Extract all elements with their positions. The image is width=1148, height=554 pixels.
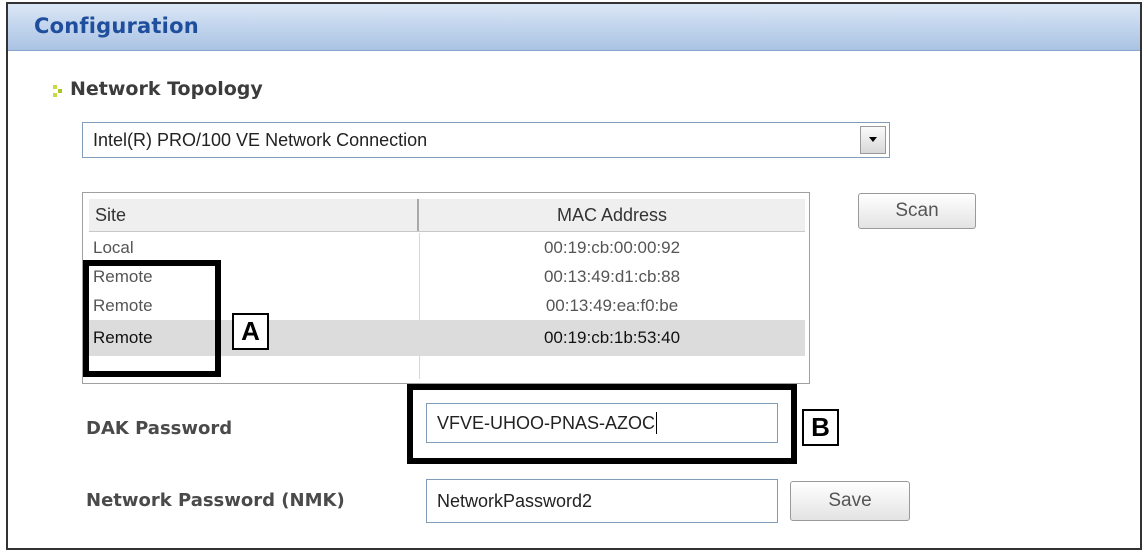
window-title: Configuration	[34, 14, 199, 38]
table-header: Site MAC Address	[89, 199, 805, 232]
network-adapter-value: Intel(R) PRO/100 VE Network Connection	[93, 130, 428, 150]
column-header-site[interactable]: Site	[89, 199, 419, 231]
mac-address-cell: 00:19:cb:1b:53:40	[543, 328, 681, 347]
network-adapter-select[interactable]: Intel(R) PRO/100 VE Network Connection	[82, 122, 890, 158]
column-header-mac-address[interactable]: MAC Address	[419, 199, 805, 231]
table-row[interactable]: Local 00:19:cb:00:00:92	[89, 233, 805, 262]
dak-password-label: DAK Password	[86, 418, 233, 439]
bullet-arrow-icon	[53, 85, 62, 97]
annotation-b-highlight	[407, 384, 797, 464]
title-bar: Configuration	[8, 4, 1140, 51]
section-heading-network-topology: Network Topology	[70, 78, 263, 100]
site-cell: Local	[93, 238, 134, 257]
annotation-b-label: B	[802, 409, 839, 446]
annotation-a-label: A	[232, 313, 269, 350]
mac-address-cell: 00:13:49:ea:f0:be	[545, 296, 679, 315]
mac-address-cell: 00:13:49:d1:cb:88	[543, 267, 681, 286]
dropdown-button[interactable]	[860, 126, 886, 154]
chevron-down-icon	[869, 137, 877, 142]
save-button[interactable]: Save	[790, 481, 910, 521]
mac-address-cell: 00:19:cb:00:00:92	[543, 238, 681, 257]
network-password-field[interactable]: NetworkPassword2	[426, 479, 778, 523]
annotation-a-highlight	[83, 260, 221, 377]
scan-button[interactable]: Scan	[858, 193, 976, 229]
network-password-label: Network Password (NMK)	[86, 490, 345, 511]
network-password-value: NetworkPassword2	[437, 490, 593, 511]
